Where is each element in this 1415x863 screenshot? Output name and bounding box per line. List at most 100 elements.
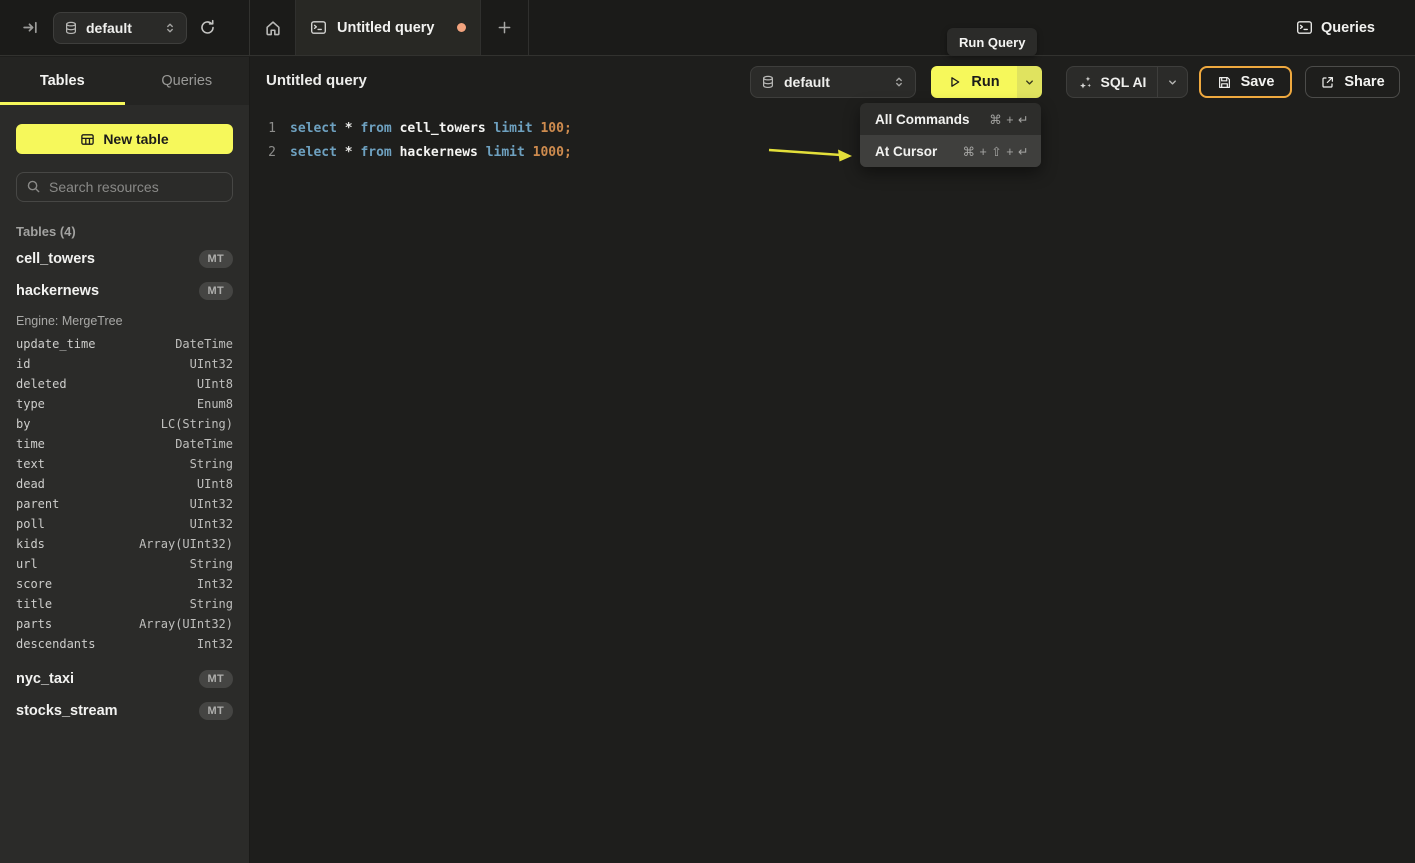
run-button-label: Run (971, 74, 999, 90)
column-type: String (190, 557, 233, 571)
column-row[interactable]: partsArray(UInt32) (16, 614, 233, 634)
share-button[interactable]: Share (1305, 66, 1400, 98)
column-name: text (16, 457, 45, 471)
search-box (16, 172, 233, 202)
run-menu-item[interactable]: At Cursor⌘ + ⇧ + ↵ (860, 135, 1041, 167)
table-name: nyc_taxi (16, 671, 74, 687)
column-row[interactable]: textString (16, 454, 233, 474)
sql-ai-button[interactable]: SQL AI (1067, 67, 1157, 97)
refresh-icon (199, 19, 216, 36)
search-icon (26, 179, 41, 194)
editor-database-select[interactable]: default (750, 66, 916, 98)
code-token: limit (494, 121, 541, 136)
table-row[interactable]: cell_towersMT (16, 243, 233, 275)
line-number: 1 (250, 121, 276, 136)
workspace-database-select[interactable]: default (53, 12, 187, 44)
column-name: parent (16, 497, 59, 511)
column-row[interactable]: descendantsInt32 (16, 634, 233, 654)
column-row[interactable]: parentUInt32 (16, 494, 233, 514)
menu-item-shortcut: ⌘ + ↵ (989, 112, 1029, 127)
chevron-down-icon (1167, 77, 1178, 88)
new-tab-button[interactable] (481, 0, 529, 55)
column-row[interactable]: idUInt32 (16, 354, 233, 374)
table-row[interactable]: hackernewsMT (16, 275, 233, 307)
column-row[interactable]: url String (16, 554, 233, 574)
editor-lines: 1select * from cell_towers limit 100;2se… (250, 116, 1415, 164)
code-token: * (345, 145, 361, 160)
sql-ai-label: SQL AI (1101, 74, 1147, 90)
run-button[interactable]: Run (931, 66, 1017, 98)
tab-untitled-query[interactable]: Untitled query (296, 0, 481, 55)
queries-button-label: Queries (1321, 20, 1375, 36)
sql-editor[interactable]: 1select * from cell_towers limit 100;2se… (250, 105, 1415, 164)
tab-strip: Untitled query (250, 0, 1296, 55)
column-row[interactable]: deletedUInt8 (16, 374, 233, 394)
sidebar-tab-queries[interactable]: Queries (125, 57, 250, 105)
save-button-label: Save (1241, 74, 1275, 90)
column-type: String (190, 597, 233, 611)
new-table-button[interactable]: New table (16, 124, 233, 154)
run-options-caret-button[interactable] (1017, 66, 1042, 98)
column-row[interactable]: scoreInt32 (16, 574, 233, 594)
table-row[interactable]: nyc_taxiMT (16, 663, 233, 695)
active-tab-underline (0, 102, 125, 105)
database-select-value: default (784, 74, 893, 90)
code-token: 100; (540, 121, 571, 136)
menu-item-label: All Commands (875, 112, 970, 127)
queries-panel-button[interactable]: Queries (1296, 19, 1375, 36)
query-title: Untitled query (266, 72, 367, 89)
engine-badge: MT (199, 702, 233, 720)
code-token: limit (486, 145, 533, 160)
database-icon (64, 21, 78, 35)
sidebar-tabs: Tables Queries (0, 57, 249, 105)
column-name: title (16, 597, 52, 611)
save-button[interactable]: Save (1199, 66, 1292, 98)
column-row[interactable]: time DateTime (16, 434, 233, 454)
column-name: poll (16, 517, 45, 531)
column-type: DateTime (175, 437, 233, 451)
tables-list: cell_towersMThackernewsMTEngine: MergeTr… (16, 243, 233, 727)
code-token: 1000; (533, 145, 572, 160)
code-token: * (345, 121, 361, 136)
save-floppy-icon (1217, 75, 1232, 90)
sidebar-tab-tables[interactable]: Tables (0, 57, 125, 105)
column-row[interactable]: kidsArray(UInt32) (16, 534, 233, 554)
engine-label: Engine: MergeTree (16, 307, 233, 334)
tables-section-header: Tables (4) (16, 224, 233, 239)
column-row[interactable]: pollUInt32 (16, 514, 233, 534)
column-row[interactable]: deadUInt8 (16, 474, 233, 494)
run-options-menu: All Commands ⌘ + ↵ At Cursor⌘ + ⇧ + ↵ (860, 103, 1041, 167)
home-icon (264, 19, 282, 37)
search-resources-input[interactable] (16, 172, 233, 202)
code-token: hackernews (400, 145, 486, 160)
unsaved-indicator-dot (457, 23, 466, 32)
column-type: UInt8 (197, 377, 233, 391)
column-name: dead (16, 477, 45, 491)
column-name: parts (16, 617, 52, 631)
column-name: type (16, 397, 45, 411)
column-row[interactable]: title String (16, 594, 233, 614)
sparkles-icon (1078, 75, 1093, 90)
column-row[interactable]: update_timeDateTime (16, 334, 233, 354)
sql-ai-caret-button[interactable] (1157, 67, 1187, 97)
collapse-sidebar-button[interactable] (22, 19, 39, 36)
engine-badge: MT (199, 250, 233, 268)
run-menu-item[interactable]: All Commands ⌘ + ↵ (860, 103, 1041, 135)
column-type: UInt32 (190, 357, 233, 371)
column-row[interactable]: typeEnum8 (16, 394, 233, 414)
table-row[interactable]: stocks_stream MT (16, 695, 233, 727)
engine-badge: MT (199, 282, 233, 300)
refresh-button[interactable] (199, 19, 216, 36)
line-number: 2 (250, 145, 276, 160)
plus-icon (497, 20, 512, 35)
column-name: url (16, 557, 38, 571)
column-row[interactable]: byLC(String) (16, 414, 233, 434)
column-type: DateTime (175, 337, 233, 351)
terminal-icon (310, 19, 327, 36)
column-name: time (16, 437, 45, 451)
top-bar: default Untitled query Queries (0, 0, 1415, 56)
table-name: stocks_stream (16, 703, 118, 719)
home-tab-button[interactable] (250, 0, 296, 55)
chevron-down-icon (1024, 77, 1035, 88)
sidebar: Tables Queries New table Tables (4) cell… (0, 57, 250, 863)
